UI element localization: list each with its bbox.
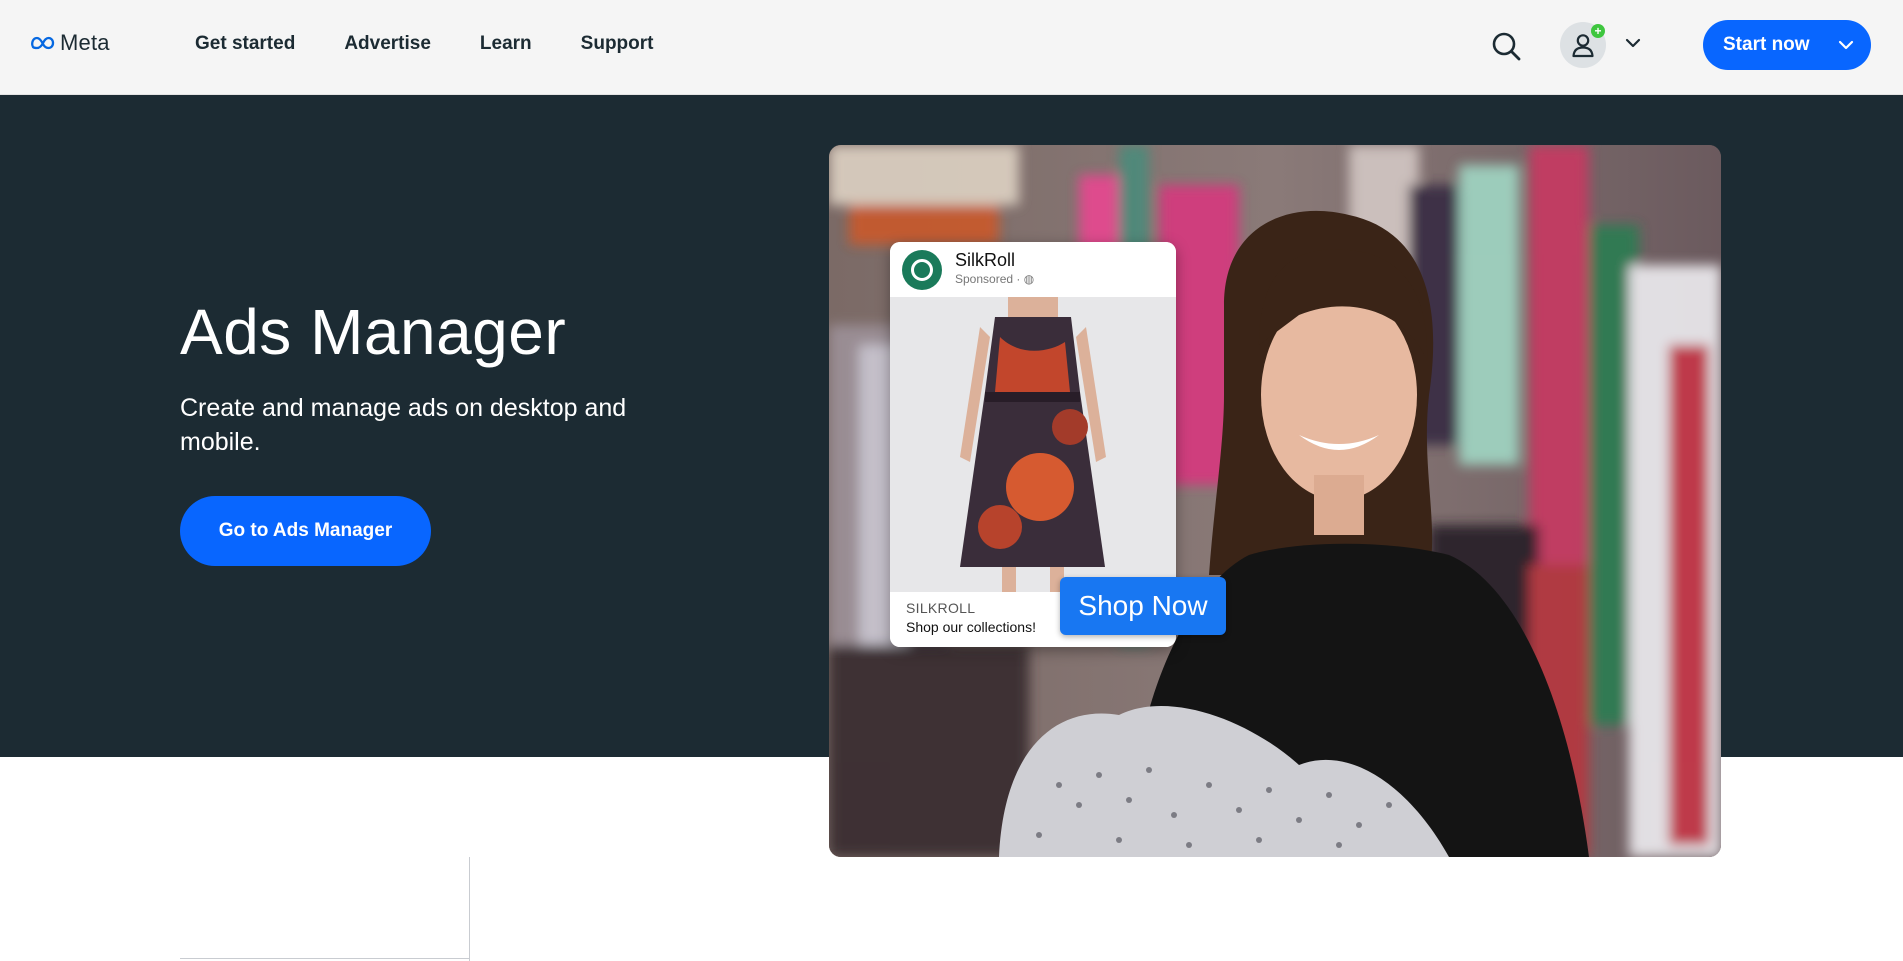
- start-now-button[interactable]: Start now: [1703, 20, 1871, 70]
- meta-logo[interactable]: Meta: [30, 30, 110, 56]
- shop-now-button: Shop Now: [1060, 577, 1226, 635]
- account-menu-toggle[interactable]: [1624, 34, 1642, 52]
- main-nav: Get started Advertise Learn Support: [195, 0, 654, 88]
- chevron-down-icon[interactable]: [1837, 36, 1855, 54]
- ad-footer-text: Shop our collections!: [906, 619, 1036, 635]
- top-navigation: Meta Get started Advertise Learn Support…: [0, 0, 1903, 95]
- chevron-down-icon: [1625, 38, 1641, 48]
- nav-learn[interactable]: Learn: [480, 33, 532, 55]
- dress-illustration: [890, 297, 1176, 592]
- search-button[interactable]: [1490, 30, 1522, 62]
- brand-avatar: [902, 250, 942, 290]
- page: Meta Get started Advertise Learn Support…: [0, 0, 1903, 961]
- ad-header: SilkRoll Sponsored · ◍: [890, 242, 1176, 297]
- account-button[interactable]: +: [1560, 22, 1606, 68]
- notification-badge: +: [1591, 24, 1605, 38]
- start-now-label: Start now: [1723, 34, 1810, 55]
- globe-icon: ◍: [1023, 272, 1035, 286]
- ad-brand-name: SilkRoll: [955, 250, 1016, 270]
- logo-text: Meta: [60, 30, 110, 55]
- section-divider-vertical: [469, 857, 470, 961]
- page-title: Ads Manager: [180, 296, 567, 368]
- nav-get-started[interactable]: Get started: [195, 33, 295, 55]
- ad-sponsored-label: Sponsored · ◍: [955, 272, 1035, 286]
- nav-support[interactable]: Support: [581, 33, 654, 55]
- go-to-ads-manager-button[interactable]: Go to Ads Manager: [180, 496, 431, 566]
- meta-infinity-icon: [31, 36, 55, 50]
- hero-subtitle: Create and manage ads on desktop and mob…: [180, 394, 627, 456]
- search-icon: [1492, 32, 1521, 61]
- hero-image: SilkRoll Sponsored · ◍ SILKROLL Shop our…: [829, 145, 1721, 857]
- section-divider-horizontal: [180, 958, 470, 959]
- ad-product-image: [890, 297, 1176, 592]
- ad-footer-brand: SILKROLL: [906, 600, 976, 616]
- nav-advertise[interactable]: Advertise: [344, 33, 431, 55]
